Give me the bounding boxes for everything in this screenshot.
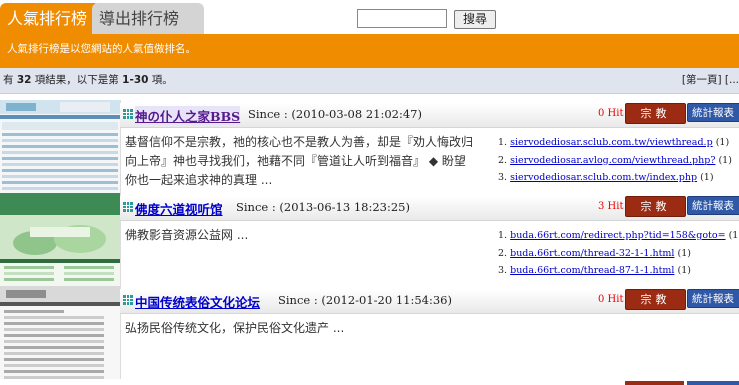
referrer-link[interactable]: buda.66rt.com/thread-32-1-1.html	[510, 248, 674, 259]
referrer-link[interactable]: siervodediosar.sclub.com.tw/viewthread.p	[510, 137, 713, 148]
category-button[interactable]: 宗教	[625, 196, 686, 217]
search-button[interactable]: 搜尋	[454, 10, 496, 29]
search-input[interactable]	[357, 9, 447, 28]
site-thumbnail[interactable]	[0, 193, 121, 286]
entry-header: 神の仆人之家BBS Since : (2010-03-08 21:02:47) …	[120, 103, 739, 128]
next-entry-button-edge	[625, 381, 684, 385]
tab-popularity-ranking[interactable]: 人氣排行榜	[0, 3, 100, 34]
entry-header: 佛度六道视听馆 Since : (2013-06-13 18:23:25) 3 …	[120, 196, 739, 221]
site-thumbnail[interactable]	[0, 100, 121, 193]
referrer-link[interactable]: buda.66rt.com/redirect.php?tid=158&goto=	[510, 230, 725, 241]
grid-icon	[123, 295, 133, 305]
list-item: 中国传统表俗文化论坛 Since : (2012-01-20 11:54:36)…	[0, 286, 739, 379]
site-title-link[interactable]: 佛度六道视听馆	[135, 199, 223, 218]
referrer-list: 1. buda.66rt.com/redirect.php?tid=158&go…	[498, 227, 739, 280]
site-thumbnail[interactable]	[0, 286, 121, 379]
grid-icon	[123, 109, 133, 119]
site-description: 弘扬民俗传统文化，保护民俗文化遗产 ...	[125, 321, 345, 335]
category-button[interactable]: 宗教	[625, 289, 686, 310]
site-title-link[interactable]: 神の仆人之家BBS	[135, 106, 241, 125]
next-entry-button-edge	[687, 381, 739, 385]
hit-count: 0 Hit	[598, 294, 624, 305]
info-banner: 人氣排行榜是以您網站的人氣值做排名。	[0, 34, 739, 68]
pager-links[interactable]: [第一頁] [...	[682, 68, 739, 93]
referrer-link[interactable]: siervodediosar.sclub.com.tw/index.php	[510, 172, 697, 183]
referrer-item: 2. siervodediosar.avlog.com/viewthread.p…	[498, 154, 732, 166]
since-date: Since : (2010-03-08 21:02:47)	[248, 107, 422, 121]
referrer-item: 1. buda.66rt.com/redirect.php?tid=158&go…	[498, 230, 739, 241]
since-date: Since : (2013-06-13 18:23:25)	[236, 200, 410, 214]
entry-header: 中国传统表俗文化论坛 Since : (2012-01-20 11:54:36)…	[120, 289, 739, 314]
referrer-link[interactable]: buda.66rt.com/thread-87-1-1.html	[510, 265, 674, 276]
site-title-link[interactable]: 中国传统表俗文化论坛	[135, 292, 260, 311]
results-count: 有 32 項結果，以下是第 1-30 項。	[3, 74, 173, 86]
referrer-link[interactable]: siervodediosar.avlog.com/viewthread.php?	[510, 155, 715, 166]
tab-bar: 人氣排行榜 導出排行榜 搜尋	[0, 0, 739, 34]
referrer-item: 2. buda.66rt.com/thread-32-1-1.html (1)	[498, 247, 691, 259]
site-description: 佛教影音资源公益网 ...	[125, 228, 249, 242]
tab-outbound-ranking[interactable]: 導出排行榜	[92, 3, 204, 34]
referrer-list: 1. siervodediosar.sclub.com.tw/viewthrea…	[498, 134, 738, 187]
referrer-item: 3. siervodediosar.sclub.com.tw/index.php…	[498, 172, 714, 183]
hit-count: 3 Hit	[598, 201, 624, 212]
since-date: Since : (2012-01-20 11:54:36)	[278, 293, 452, 307]
site-description: 基督信仰不是宗教，祂的核心也不是教人为善，却是『劝人悔改归向上帝』神也寻找我们，…	[125, 135, 474, 187]
referrer-item: 1. siervodediosar.sclub.com.tw/viewthrea…	[498, 137, 730, 148]
stats-report-button[interactable]: 統計報表	[687, 196, 739, 215]
results-summary-bar: 有 32 項結果，以下是第 1-30 項。 [第一頁] [...	[0, 68, 739, 94]
list-item: 神の仆人之家BBS Since : (2010-03-08 21:02:47) …	[0, 100, 739, 193]
hit-count: 0 Hit	[598, 108, 624, 119]
grid-icon	[123, 202, 133, 212]
category-button[interactable]: 宗教	[625, 103, 686, 124]
referrer-item: 3. buda.66rt.com/thread-87-1-1.html (1)	[498, 265, 691, 276]
stats-report-button[interactable]: 統計報表	[687, 289, 739, 308]
stats-report-button[interactable]: 統計報表	[687, 103, 739, 122]
list-item: 佛度六道视听馆 Since : (2013-06-13 18:23:25) 3 …	[0, 193, 739, 286]
